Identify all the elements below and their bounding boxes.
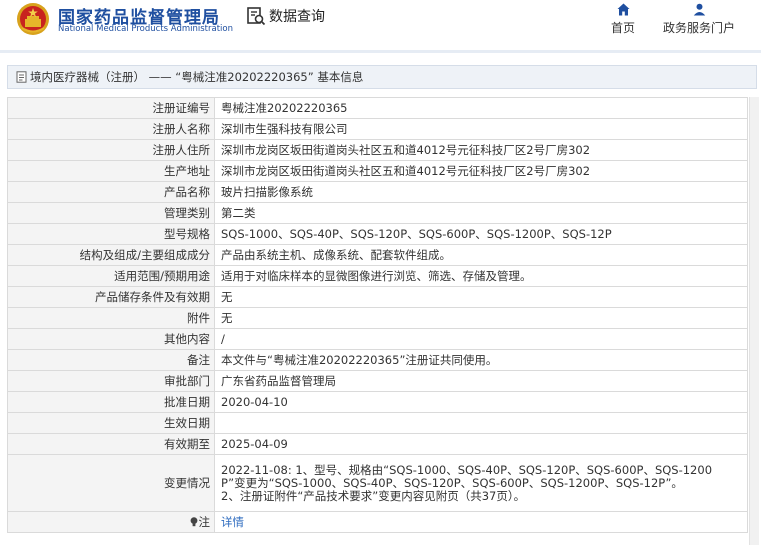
field-label: 注册人住所 [7, 139, 215, 161]
nav-service-portal[interactable]: 政务服务门户 [658, 3, 740, 36]
field-label: 其他内容 [7, 328, 215, 350]
brand-subtitle: National Medical Products Administration [58, 24, 233, 34]
note-label-cell: 注 [7, 511, 215, 533]
breadcrumb: 境内医疗器械（注册） —— “粤械注准20202220365” 基本信息 [7, 65, 757, 89]
field-label: 注册证编号 [7, 97, 215, 119]
field-value: 粤械注准20202220365 [214, 97, 748, 119]
table-row: 备注 本文件与“粤械注准20202220365”注册证共同使用。 [7, 349, 748, 371]
field-label: 备注 [7, 349, 215, 371]
table-row: 注册人住所 深圳市龙岗区坂田街道岗头社区五和道4012号元征科技厂区2号厂房302 [7, 139, 748, 161]
field-label: 管理类别 [7, 202, 215, 224]
table-row: 产品储存条件及有效期无 [7, 286, 748, 308]
bulb-icon [190, 517, 197, 527]
field-label: 审批部门 [7, 370, 215, 392]
table-row: 结构及组成/主要组成成分 产品由系统主机、成像系统、配套软件组成。 [7, 244, 748, 266]
field-label: 生产地址 [7, 160, 215, 182]
field-value: 深圳市生强科技有限公司 [214, 118, 748, 140]
field-value: 广东省药品监督管理局 [214, 370, 748, 392]
change-line: P”变更为“SQS-1000、SQS-40P、SQS-120P、SQS-600P… [221, 475, 683, 490]
field-value: 本文件与“粤械注准20202220365”注册证共同使用。 [214, 349, 748, 371]
field-label: 批准日期 [7, 391, 215, 413]
table-row: 其他内容 / [7, 328, 748, 350]
field-label: 适用范围/预期用途 [7, 265, 215, 287]
field-value: 第二类 [214, 202, 748, 224]
nav-home[interactable]: 首页 [607, 3, 639, 36]
site-header: 国家药品监督管理局 National Medical Products Admi… [0, 0, 761, 50]
table-row-change: 变更情况 2022-11-08: 1、型号、规格由“SQS-1000、SQS-4… [7, 454, 748, 512]
field-value: 2025-04-09 [214, 433, 748, 455]
table-row: 附件无 [7, 307, 748, 329]
home-icon [617, 3, 629, 16]
table-row: 有效期至 2025-04-09 [7, 433, 748, 455]
document-icon [16, 71, 27, 83]
note-value: 详情 [214, 511, 748, 533]
field-value: 无 [214, 286, 748, 308]
scrollbar[interactable] [749, 97, 759, 545]
table-row: 管理类别 第二类 [7, 202, 748, 224]
nav-home-label: 首页 [610, 21, 635, 35]
table-row: 审批部门 广东省药品监督管理局 [7, 370, 748, 392]
breadcrumb-text: 境内医疗器械（注册） —— “粤械注准20202220365” 基本信息 [30, 70, 364, 84]
field-label: 附件 [7, 307, 215, 329]
data-query-label: 数据查询 [269, 9, 325, 25]
detail-link[interactable]: 详情 [221, 515, 244, 529]
field-value: 2020-04-10 [214, 391, 748, 413]
table-row: 型号规格 SQS-1000、SQS-40P、SQS-120P、SQS-600P、S… [7, 223, 748, 245]
field-label: 注册人名称 [7, 118, 215, 140]
change-value: 2022-11-08: 1、型号、规格由“SQS-1000、SQS-40P、SQ… [214, 454, 748, 512]
table-row: 注册人名称 深圳市生强科技有限公司 [7, 118, 748, 140]
field-label: 生效日期 [7, 412, 215, 434]
field-value: 产品由系统主机、成像系统、配套软件组成。 [214, 244, 748, 266]
table-row: 注册证编号 粤械注准20202220365 [7, 97, 748, 119]
field-label: 有效期至 [7, 433, 215, 455]
data-query-link[interactable]: 数据查询 [246, 6, 325, 26]
field-value: 深圳市龙岗区坂田街道岗头社区五和道4012号元征科技厂区2号厂房302 [214, 160, 748, 182]
field-label: 结构及组成/主要组成成分 [7, 244, 215, 266]
field-value: 玻片扫描影像系统 [214, 181, 748, 203]
field-label: 产品名称 [7, 181, 215, 203]
change-label: 变更情况 [7, 454, 215, 512]
table-row: 适用范围/预期用途 适用于对临床样本的显微图像进行浏览、筛选、存储及管理。 [7, 265, 748, 287]
table-row: 生效日期 [7, 412, 748, 434]
field-value: 深圳市龙岗区坂田街道岗头社区五和道4012号元征科技厂区2号厂房302 [214, 139, 748, 161]
field-value: SQS-1000、SQS-40P、SQS-120P、SQS-600P、SQS-1… [214, 223, 748, 245]
table-row: 生产地址 深圳市龙岗区坂田街道岗头社区五和道4012号元征科技厂区2号厂房302 [7, 160, 748, 182]
field-label: 型号规格 [7, 223, 215, 245]
change-line: 2022-11-08: 1、型号、规格由“SQS-1000、SQS-40P、SQ… [221, 462, 713, 477]
table-row: 批准日期 2020-04-10 [7, 391, 748, 413]
field-value: 适用于对临床样本的显微图像进行浏览、筛选、存储及管理。 [214, 265, 748, 287]
table-row-note: 注 详情 [7, 511, 748, 533]
header-divider [0, 50, 761, 53]
field-value: 无 [214, 307, 748, 329]
data-query-icon [247, 7, 266, 26]
table-row: 产品名称 玻片扫描影像系统 [7, 181, 748, 203]
user-icon [693, 3, 705, 16]
change-line: 2、注册证附件“产品技术要求”变更内容见附页（共37页）。 [221, 488, 526, 503]
detail-table: 注册证编号 粤械注准20202220365 注册人名称 深圳市生强科技有限公司 注册… [7, 97, 748, 533]
national-emblem-icon [17, 3, 49, 35]
nav-portal-label: 政务服务门户 [662, 21, 735, 35]
field-value: / [214, 328, 748, 350]
note-label: 注 [198, 515, 211, 529]
field-value [214, 412, 748, 434]
field-label: 产品储存条件及有效期 [7, 286, 215, 308]
